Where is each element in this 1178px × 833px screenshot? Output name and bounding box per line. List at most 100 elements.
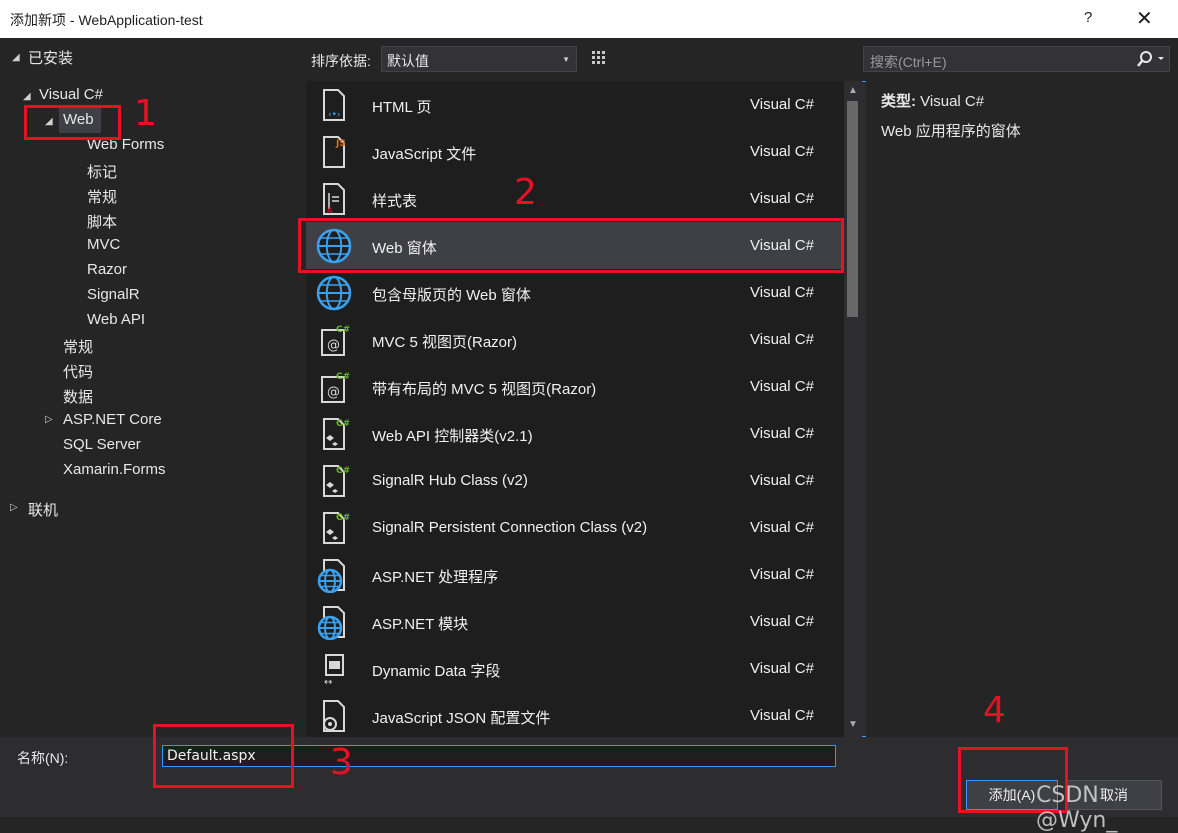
details-pane: 类型: Visual C# Web 应用程序的窗体 bbox=[866, 81, 1170, 737]
details-type-label: 类型: bbox=[881, 93, 916, 110]
template-type: Visual C# bbox=[750, 707, 814, 724]
tree-item-xamarin-forms[interactable]: Xamarin.Forms bbox=[63, 461, 166, 478]
tree-item-data[interactable]: 数据 bbox=[63, 386, 93, 407]
template-row[interactable]: ↔ Dynamic Data 字段 Visual C# bbox=[306, 645, 844, 692]
template-name: 包含母版页的 Web 窗体 bbox=[372, 287, 531, 304]
csharp-class-icon: C# bbox=[316, 416, 352, 452]
svg-text:C#: C# bbox=[336, 513, 350, 523]
tree-item-web-child[interactable]: Web API bbox=[87, 311, 145, 328]
template-type: Visual C# bbox=[750, 284, 814, 301]
collapse-arrow-icon[interactable]: ◢ bbox=[23, 91, 31, 102]
annotation-box-2 bbox=[298, 218, 844, 273]
tree-item-aspnet-core[interactable]: ASP.NET Core bbox=[63, 411, 162, 428]
help-button[interactable]: ? bbox=[1084, 9, 1092, 26]
template-row[interactable]: JavaScript JSON 配置文件 Visual C# bbox=[306, 692, 844, 737]
template-row[interactable]: ASP.NET 模块 Visual C# bbox=[306, 598, 844, 645]
tree-item-web-child[interactable]: Razor bbox=[87, 261, 127, 278]
template-row[interactable]: C# Web API 控制器类(v2.1) Visual C# bbox=[306, 410, 844, 457]
annotation-number-2: 2 bbox=[514, 172, 537, 213]
svg-text:C#: C# bbox=[336, 466, 350, 476]
scrollbar-thumb[interactable] bbox=[847, 101, 858, 317]
grid-view-button[interactable] bbox=[586, 46, 612, 72]
template-name: ASP.NET 处理程序 bbox=[372, 569, 499, 586]
tree-item-web-child[interactable]: 标记 bbox=[87, 161, 117, 182]
template-type: Visual C# bbox=[750, 660, 814, 677]
template-name: 带有布局的 MVC 5 视图页(Razor) bbox=[372, 381, 597, 398]
csharp-class-icon: C# bbox=[316, 463, 352, 499]
json-config-icon bbox=[316, 698, 352, 734]
template-row[interactable]: C# SignalR Persistent Connection Class (v… bbox=[306, 504, 844, 551]
template-type: Visual C# bbox=[750, 96, 814, 113]
expand-arrow-icon[interactable]: ▷ bbox=[45, 414, 53, 425]
globe-icon bbox=[316, 275, 352, 311]
tree-item-web-child[interactable]: 脚本 bbox=[87, 211, 117, 232]
razor-view-icon: @ C# bbox=[316, 369, 352, 405]
annotation-number-1: 1 bbox=[134, 93, 157, 134]
tree-item-code[interactable]: 代码 bbox=[63, 361, 93, 382]
watermark: CSDN @Wyn_ bbox=[1036, 783, 1118, 833]
template-type: Visual C# bbox=[750, 566, 814, 583]
svg-text:C#: C# bbox=[336, 419, 350, 429]
html-page-icon: ‹•› bbox=[316, 87, 352, 123]
tree-item-sql-server[interactable]: SQL Server bbox=[63, 436, 141, 453]
svg-text:‹•›: ‹•› bbox=[328, 110, 341, 120]
sort-value: 默认值 bbox=[387, 53, 429, 69]
svg-text:C#: C# bbox=[336, 372, 350, 382]
svg-text:C#: C# bbox=[336, 325, 350, 335]
template-row[interactable]: JS JavaScript 文件 Visual C# bbox=[306, 128, 844, 175]
annotation-box-3 bbox=[153, 724, 294, 788]
tree-item-installed[interactable]: 已安装 bbox=[28, 47, 73, 68]
dynamic-data-icon: ↔ bbox=[316, 651, 352, 688]
template-row[interactable]: @ C# 带有布局的 MVC 5 视图页(Razor) Visual C# bbox=[306, 363, 844, 410]
template-name: HTML 页 bbox=[372, 99, 432, 116]
collapse-arrow-icon[interactable]: ◢ bbox=[12, 52, 20, 63]
scroll-up-icon[interactable]: ▲ bbox=[848, 85, 858, 96]
template-list-scrollbar[interactable]: ▲ ▼ bbox=[844, 81, 862, 737]
template-type: Visual C# bbox=[750, 519, 814, 536]
globe-file-icon bbox=[316, 604, 352, 641]
search-icon[interactable] bbox=[1136, 50, 1166, 68]
title-bar: 添加新项 - WebApplication-test ? ✕ bbox=[0, 0, 1178, 38]
template-name: MVC 5 视图页(Razor) bbox=[372, 334, 518, 351]
annotation-number-4: 4 bbox=[983, 690, 1006, 731]
scroll-down-icon[interactable]: ▼ bbox=[848, 719, 858, 730]
sort-dropdown[interactable]: 默认值 ▼ bbox=[381, 46, 577, 72]
tree-item-visual-csharp[interactable]: Visual C# bbox=[39, 86, 103, 103]
expand-arrow-icon[interactable]: ▷ bbox=[10, 502, 18, 513]
svg-text:↔: ↔ bbox=[324, 677, 332, 687]
template-type: Visual C# bbox=[750, 425, 814, 442]
template-row[interactable]: 包含母版页的 Web 窗体 Visual C# bbox=[306, 269, 844, 316]
tree-item-web-child[interactable]: 常规 bbox=[87, 186, 117, 207]
javascript-file-icon: JS bbox=[316, 134, 352, 170]
template-name: ASP.NET 模块 bbox=[372, 616, 469, 633]
template-name: 样式表 bbox=[372, 193, 418, 210]
search-placeholder: 搜索(Ctrl+E) bbox=[870, 54, 947, 70]
template-type: Visual C# bbox=[750, 190, 814, 207]
template-row[interactable]: A 样式表 Visual C# bbox=[306, 175, 844, 222]
globe-file-icon bbox=[316, 557, 352, 594]
svg-text:JS: JS bbox=[335, 139, 346, 149]
template-row[interactable]: ASP.NET 处理程序 Visual C# bbox=[306, 551, 844, 598]
template-type: Visual C# bbox=[750, 472, 814, 489]
template-type: Visual C# bbox=[750, 613, 814, 630]
grid-view-icon bbox=[592, 51, 605, 64]
tree-item-general[interactable]: 常规 bbox=[63, 336, 93, 357]
search-input[interactable]: 搜索(Ctrl+E) bbox=[863, 46, 1170, 72]
template-name: Dynamic Data 字段 bbox=[372, 663, 501, 680]
tree-item-web-child[interactable]: MVC bbox=[87, 236, 120, 253]
tree-item-web-child[interactable]: SignalR bbox=[87, 286, 140, 303]
tree-item-online[interactable]: 联机 bbox=[28, 499, 58, 520]
svg-text:A: A bbox=[327, 206, 333, 215]
template-row[interactable]: C# SignalR Hub Class (v2) Visual C# bbox=[306, 457, 844, 504]
name-label: 名称(N): bbox=[17, 750, 69, 766]
template-row[interactable]: ‹•› HTML 页 Visual C# bbox=[306, 81, 844, 128]
close-button[interactable]: ✕ bbox=[1136, 6, 1153, 31]
template-type: Visual C# bbox=[750, 331, 814, 348]
template-list: ‹•› HTML 页 Visual C# JS JavaScript 文件 Visual … bbox=[306, 81, 844, 737]
razor-view-icon: @ C# bbox=[316, 322, 352, 358]
template-name: Web API 控制器类(v2.1) bbox=[372, 428, 533, 445]
template-type: Visual C# bbox=[750, 378, 814, 395]
template-name: JavaScript JSON 配置文件 bbox=[372, 710, 551, 727]
template-row[interactable]: @ C# MVC 5 视图页(Razor) Visual C# bbox=[306, 316, 844, 363]
annotation-box-1 bbox=[24, 105, 121, 140]
